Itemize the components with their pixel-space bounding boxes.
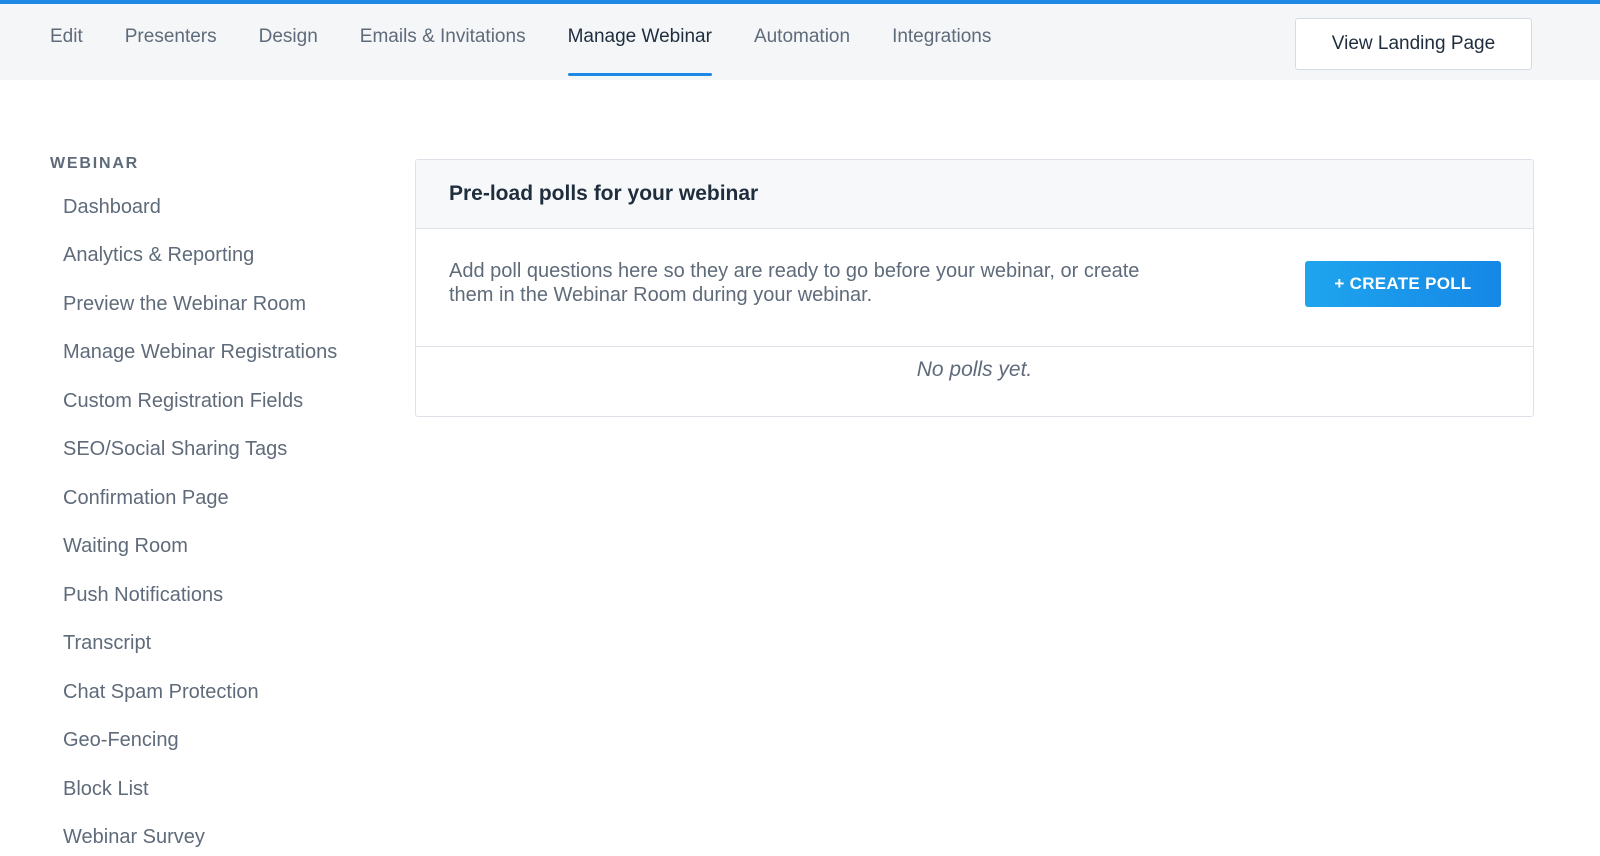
sidebar-item-manage-registrations[interactable]: Manage Webinar Registrations	[50, 329, 380, 378]
empty-state-message: No polls yet.	[916, 358, 1033, 381]
tab-automation[interactable]: Automation	[754, 4, 850, 76]
panel-header: Pre-load polls for your webinar	[416, 160, 1533, 229]
sidebar-item-waiting-room[interactable]: Waiting Room	[50, 523, 380, 572]
tab-design[interactable]: Design	[259, 4, 318, 76]
polls-panel: Pre-load polls for your webinar Add poll…	[415, 159, 1534, 417]
create-poll-button[interactable]: + CREATE POLL	[1305, 261, 1501, 307]
tab-integrations[interactable]: Integrations	[892, 4, 991, 76]
sidebar-item-custom-registration-fields[interactable]: Custom Registration Fields	[50, 377, 380, 426]
sidebar-item-geo-fencing[interactable]: Geo-Fencing	[50, 717, 380, 766]
sidebar-item-transcript[interactable]: Transcript	[50, 620, 380, 669]
sidebar-item-confirmation-page[interactable]: Confirmation Page	[50, 474, 380, 523]
sidebar-item-chat-spam-protection[interactable]: Chat Spam Protection	[50, 668, 380, 717]
tab-emails-invitations[interactable]: Emails & Invitations	[360, 4, 526, 76]
sidebar-item-dashboard[interactable]: Dashboard	[50, 183, 380, 232]
sidebar-heading: WEBINAR	[50, 155, 140, 172]
sidebar: WEBINAR Dashboard Analytics & Reporting …	[50, 155, 380, 856]
tab-bar: Edit Presenters Design Emails & Invitati…	[50, 4, 1033, 80]
sidebar-item-preview-webinar-room[interactable]: Preview the Webinar Room	[50, 280, 380, 329]
sidebar-item-push-notifications[interactable]: Push Notifications	[50, 571, 380, 620]
tab-manage-webinar[interactable]: Manage Webinar	[567, 4, 713, 76]
top-navigation: Edit Presenters Design Emails & Invitati…	[0, 4, 1600, 80]
view-landing-page-button[interactable]: View Landing Page	[1295, 18, 1532, 70]
tab-edit[interactable]: Edit	[50, 4, 83, 76]
tab-presenters[interactable]: Presenters	[125, 4, 217, 76]
panel-description: Add poll questions here so they are read…	[449, 260, 1140, 306]
sidebar-menu: Dashboard Analytics & Reporting Preview …	[50, 183, 380, 856]
sidebar-item-block-list[interactable]: Block List	[50, 765, 380, 814]
sidebar-item-analytics-reporting[interactable]: Analytics & Reporting	[50, 232, 380, 281]
sidebar-item-webinar-survey[interactable]: Webinar Survey	[50, 814, 380, 856]
panel-body: Add poll questions here so they are read…	[416, 229, 1533, 347]
sidebar-item-seo-social-tags[interactable]: SEO/Social Sharing Tags	[50, 426, 380, 475]
panel-title: Pre-load polls for your webinar	[449, 182, 759, 205]
